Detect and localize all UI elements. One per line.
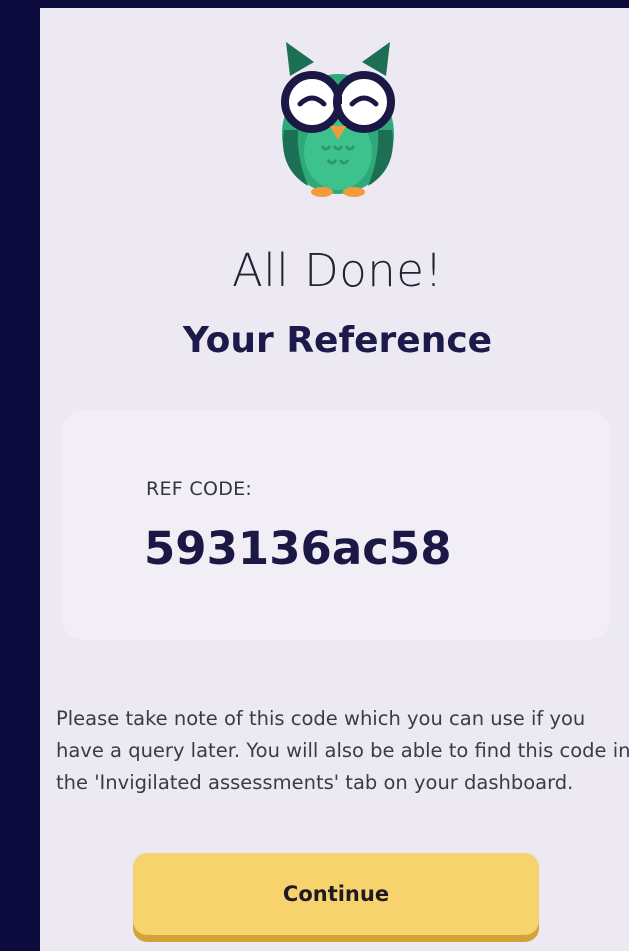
reference-card: REF CODE: 593136ac58 bbox=[62, 410, 610, 640]
page-subtitle: Your Reference bbox=[182, 320, 493, 361]
ref-code-label: REF CODE: bbox=[146, 478, 253, 500]
reference-note: Please take note of this code which you … bbox=[56, 706, 629, 794]
owl-icon bbox=[281, 42, 395, 197]
completion-panel: All Done! Your Reference REF CODE: 59313… bbox=[40, 8, 629, 951]
continue-button[interactable]: Continue bbox=[133, 853, 539, 935]
page-title: All Done! bbox=[231, 244, 444, 297]
ref-code-value: 593136ac58 bbox=[144, 522, 452, 575]
continue-button-label: Continue bbox=[282, 882, 390, 906]
